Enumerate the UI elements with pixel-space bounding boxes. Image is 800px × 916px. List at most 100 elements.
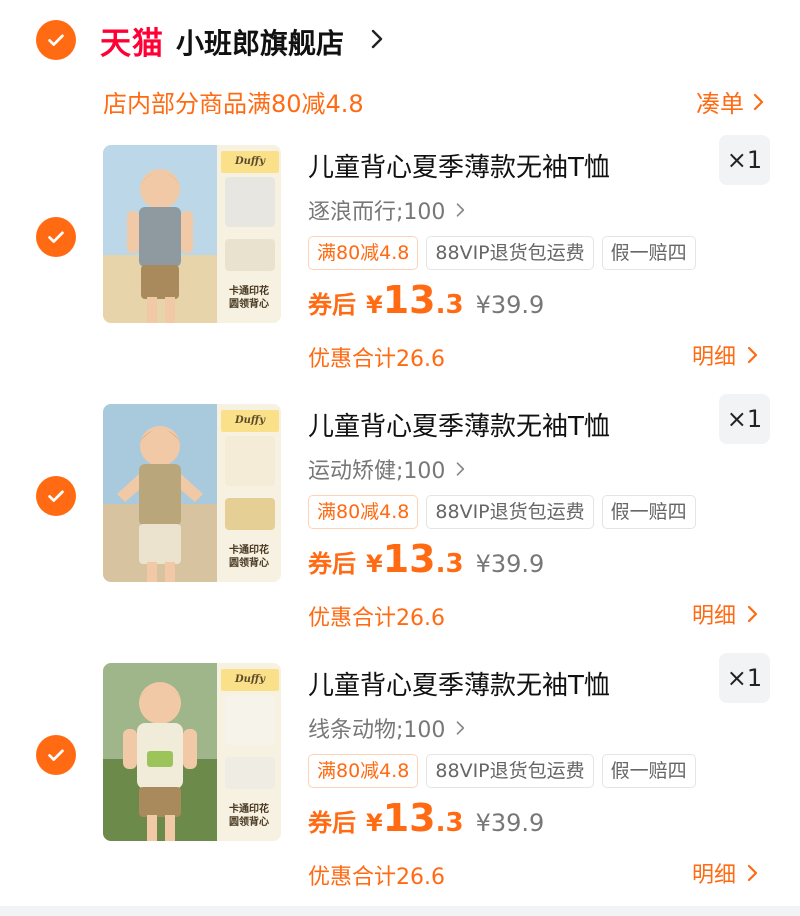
chevron-right-icon — [457, 721, 465, 735]
tag-row: 满80减4.8 88VIP退货包运费 假一赔四 — [308, 754, 696, 788]
chevron-right-icon — [457, 462, 465, 476]
currency-symbol: ¥ — [366, 550, 383, 578]
price-detail-label: 明细 — [691, 863, 736, 888]
sku-selector[interactable]: 线条动物;100 — [308, 712, 465, 744]
variant-swatch — [225, 436, 275, 486]
discount-total: 优惠合计26.6 — [308, 347, 445, 372]
original-price: ¥39.9 — [475, 550, 545, 578]
product-title-link[interactable]: 儿童背心夏季薄款无袖T恤 — [308, 147, 610, 184]
thumb-caption-line: 圆领背心 — [229, 558, 269, 569]
vip-return-tag: 88VIP退货包运费 — [426, 495, 594, 529]
product-title-link[interactable]: 儿童背心夏季薄款无袖T恤 — [308, 406, 610, 443]
price-detail-link[interactable]: 明细 — [692, 598, 758, 630]
cart-item: Duffy Bear 卡通印花 圆领背心 儿童背心夏季薄款无袖T恤 ×1 逐浪而… — [0, 135, 800, 395]
product-thumbnail[interactable]: Duffy Bear 卡通印花 圆领背心 — [103, 663, 281, 841]
discount-total: 优惠合计26.6 — [308, 865, 445, 890]
thumb-caption-line: 圆领背心 — [229, 817, 269, 828]
product-photo — [103, 404, 217, 582]
sku-selector[interactable]: 运动矫健;100 — [308, 453, 465, 485]
price-label: 券后 — [308, 291, 356, 319]
authentic-guarantee-tag: 假一赔四 — [601, 236, 696, 270]
promo-tag: 满80减4.8 — [308, 754, 419, 788]
add-on-label: 凑单 — [696, 90, 744, 118]
cart-item: Duffy Bear 卡通印花 圆领背心 儿童背心夏季薄款无袖T恤 ×1 运动矫… — [0, 394, 800, 654]
store-name-link[interactable]: 小班郎旗舰店 — [176, 22, 344, 62]
chevron-right-icon — [457, 203, 465, 217]
promo-tag: 满80减4.8 — [308, 495, 419, 529]
store-header: 天猫 小班郎旗舰店 — [0, 0, 800, 80]
thumb-caption-line: 卡通印花 — [229, 545, 269, 556]
promo-tag: 满80减4.8 — [308, 236, 419, 270]
chevron-right-icon — [747, 346, 758, 364]
quantity-button[interactable]: ×1 — [719, 394, 770, 444]
quantity-button[interactable]: ×1 — [719, 135, 770, 185]
chevron-right-icon — [753, 93, 764, 110]
item-select-checkbox[interactable] — [36, 476, 76, 516]
item-select-checkbox[interactable] — [36, 217, 76, 257]
chevron-right-icon — [747, 605, 758, 623]
chevron-right-icon[interactable] — [370, 28, 384, 50]
original-price: ¥39.9 — [475, 291, 545, 319]
sku-label: 逐浪而行;100 — [308, 200, 446, 225]
product-photo — [103, 663, 217, 841]
price-integer: 13 — [382, 796, 436, 840]
sku-selector[interactable]: 逐浪而行;100 — [308, 194, 465, 226]
thumb-caption: 卡通印花 圆领背心 — [217, 285, 281, 311]
store-promo-text: 店内部分商品满80减4.8 — [103, 90, 364, 118]
price-row: 券后 ¥ 13 .3 ¥39.9 — [308, 278, 544, 322]
product-thumbnail[interactable]: Duffy Bear 卡通印花 圆领背心 — [103, 404, 281, 582]
fabric-swatch — [225, 239, 275, 271]
quantity-button[interactable]: ×1 — [719, 653, 770, 703]
price-row: 券后 ¥ 13 .3 ¥39.9 — [308, 796, 544, 840]
price-detail-link[interactable]: 明细 — [692, 339, 758, 371]
product-title-link[interactable]: 儿童背心夏季薄款无袖T恤 — [308, 665, 610, 702]
variant-swatch — [225, 177, 275, 227]
checkmark-icon — [48, 231, 64, 243]
currency-symbol: ¥ — [366, 809, 383, 837]
add-on-link[interactable]: 凑单 — [696, 84, 764, 119]
variant-swatch — [225, 695, 275, 745]
item-select-checkbox[interactable] — [36, 735, 76, 775]
thumb-caption-line: 卡通印花 — [229, 804, 269, 815]
price-detail-label: 明细 — [691, 345, 736, 370]
price-integer: 13 — [382, 537, 436, 581]
tmall-logo: 天猫 — [100, 26, 164, 62]
vip-return-tag: 88VIP退货包运费 — [426, 754, 594, 788]
vip-return-tag: 88VIP退货包运费 — [426, 236, 594, 270]
original-price: ¥39.9 — [475, 809, 545, 837]
checkmark-icon — [48, 34, 64, 46]
thumb-caption-line: 卡通印花 — [229, 286, 269, 297]
tag-row: 满80减4.8 88VIP退货包运费 假一赔四 — [308, 236, 696, 270]
authentic-guarantee-tag: 假一赔四 — [601, 495, 696, 529]
bottom-divider — [0, 906, 800, 916]
tag-row: 满80减4.8 88VIP退货包运费 假一赔四 — [308, 495, 696, 529]
checkmark-icon — [48, 490, 64, 502]
sku-label: 线条动物;100 — [308, 718, 446, 743]
currency-symbol: ¥ — [366, 291, 383, 319]
checkmark-icon — [48, 749, 64, 761]
thumb-caption: 卡通印花 圆领背心 — [217, 803, 281, 829]
discount-total: 优惠合计26.6 — [308, 606, 445, 631]
product-thumbnail[interactable]: Duffy Bear 卡通印花 圆领背心 — [103, 145, 281, 323]
fabric-swatch — [225, 498, 275, 530]
product-brand-badge: Duffy Bear — [221, 151, 279, 189]
chevron-right-icon — [747, 864, 758, 882]
cart-item: Duffy Bear 卡通印花 圆领背心 儿童背心夏季薄款无袖T恤 ×1 线条动… — [0, 653, 800, 913]
fabric-swatch — [225, 757, 275, 789]
price-decimal: .3 — [435, 549, 464, 579]
product-brand-badge: Duffy Bear — [221, 410, 279, 448]
product-brand-badge: Duffy Bear — [221, 669, 279, 707]
price-integer: 13 — [382, 278, 436, 322]
price-row: 券后 ¥ 13 .3 ¥39.9 — [308, 537, 544, 581]
sku-label: 运动矫健;100 — [308, 459, 446, 484]
price-detail-link[interactable]: 明细 — [692, 857, 758, 889]
price-decimal: .3 — [435, 808, 464, 838]
store-select-checkbox[interactable] — [36, 20, 76, 60]
authentic-guarantee-tag: 假一赔四 — [601, 754, 696, 788]
product-photo — [103, 145, 217, 323]
thumb-caption: 卡通印花 圆领背心 — [217, 544, 281, 570]
price-decimal: .3 — [435, 290, 464, 320]
store-promo-row: 店内部分商品满80减4.8 凑单 — [0, 82, 800, 122]
price-label: 券后 — [308, 809, 356, 837]
thumb-caption-line: 圆领背心 — [229, 299, 269, 310]
